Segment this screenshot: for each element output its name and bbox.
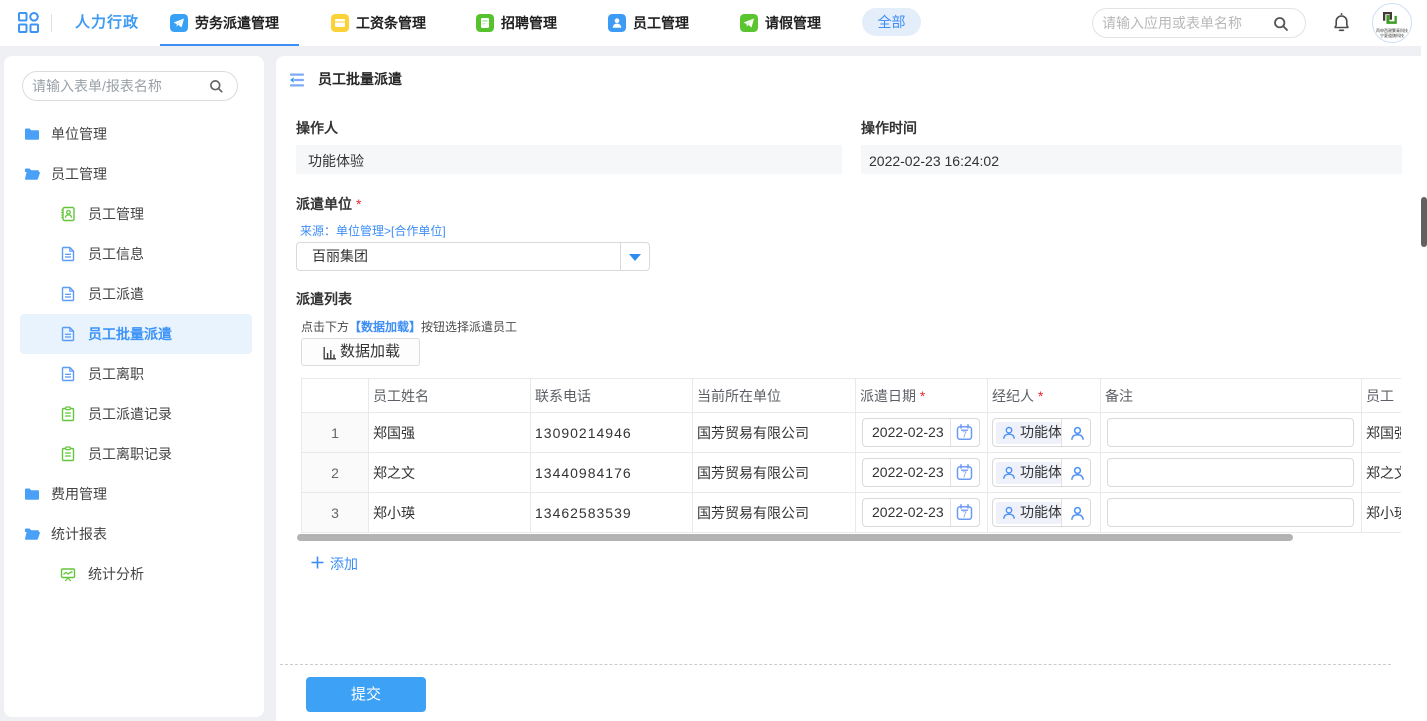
svg-text:7: 7 <box>962 510 967 520</box>
svg-text:7: 7 <box>962 470 967 480</box>
svg-text:7: 7 <box>962 430 967 440</box>
